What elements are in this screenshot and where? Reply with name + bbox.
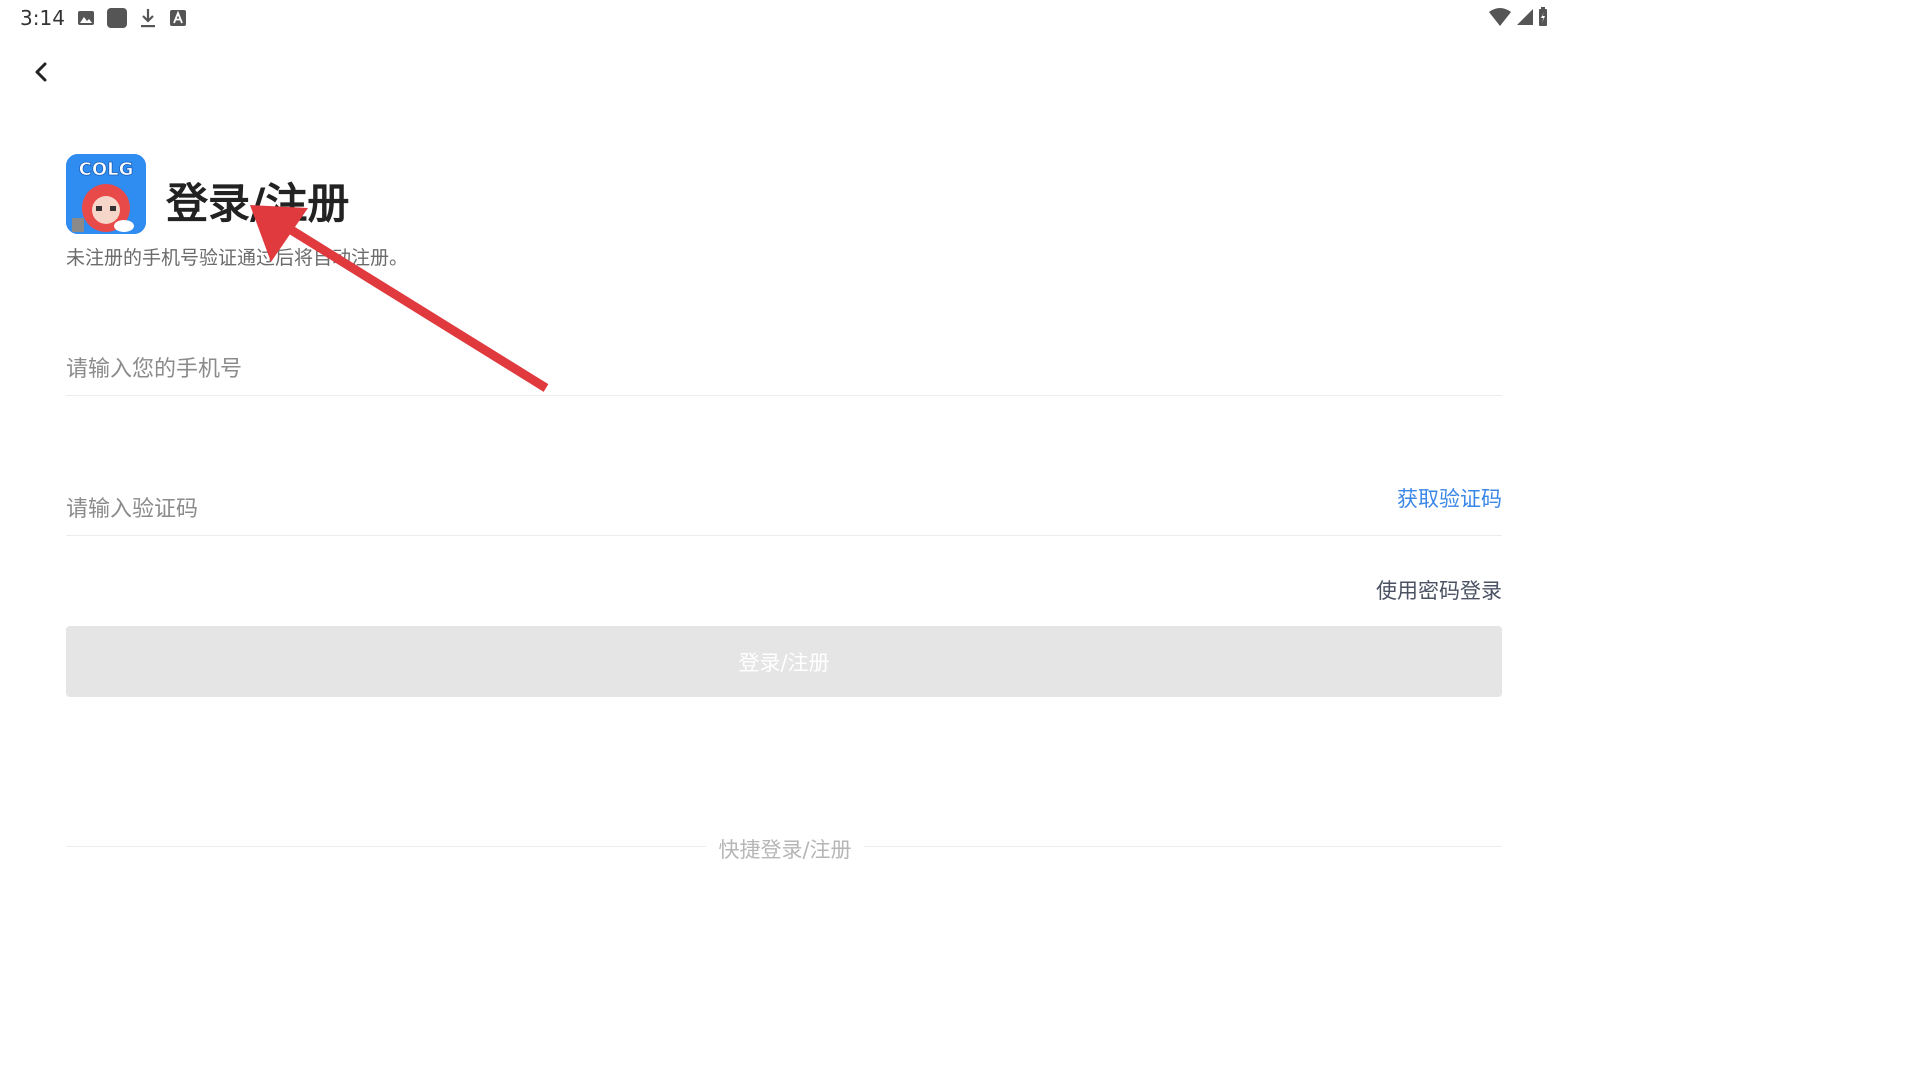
code-field: 获取验证码 bbox=[66, 475, 1502, 536]
logo-text: COLG bbox=[79, 159, 134, 180]
wifi-icon bbox=[1488, 7, 1512, 31]
login-register-button[interactable]: 登录/注册 bbox=[66, 626, 1502, 697]
password-login-link[interactable]: 使用密码登录 bbox=[1376, 575, 1502, 605]
divider-left bbox=[66, 846, 706, 847]
phone-input[interactable] bbox=[66, 349, 1166, 389]
app-logo: COLG bbox=[66, 154, 146, 234]
page-subtitle: 未注册的手机号验证通过后将自动注册。 bbox=[66, 247, 409, 269]
annotation-arrow bbox=[250, 205, 549, 392]
verification-code-input[interactable] bbox=[66, 489, 1166, 529]
battery-icon bbox=[1538, 7, 1548, 31]
status-notification-icons bbox=[76, 7, 188, 33]
signal-icon bbox=[1516, 7, 1534, 31]
image-icon bbox=[76, 8, 96, 32]
download-icon bbox=[138, 7, 158, 33]
divider-right bbox=[864, 846, 1502, 847]
system-icons bbox=[1488, 7, 1548, 31]
app-square-icon bbox=[106, 7, 128, 33]
get-code-button[interactable]: 获取验证码 bbox=[1397, 483, 1502, 513]
login-screen: 3:14 COLG 登录/注册 未注册的手机号验证通过后将自动注册。 请输入您的… bbox=[0, 0, 1568, 882]
back-button[interactable] bbox=[26, 58, 56, 90]
status-time: 3:14 bbox=[20, 6, 65, 30]
quick-login-label: 快捷登录/注册 bbox=[718, 838, 852, 862]
chevron-left-icon bbox=[33, 61, 49, 87]
keyboard-a-icon bbox=[168, 8, 188, 32]
phone-field bbox=[66, 335, 1502, 396]
page-title: 登录/注册 bbox=[166, 179, 350, 228]
